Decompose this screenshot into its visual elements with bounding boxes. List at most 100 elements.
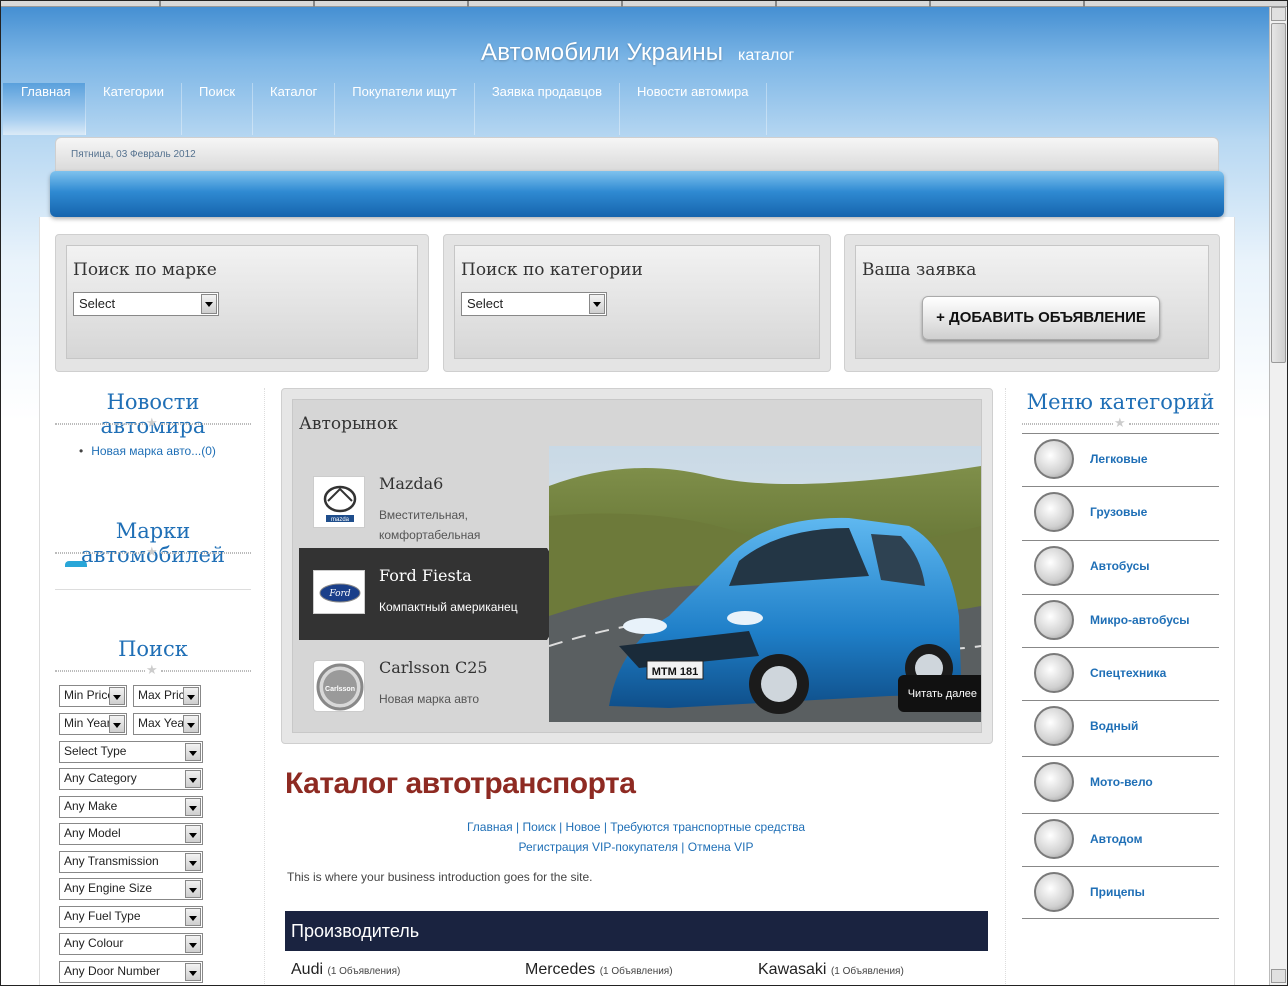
make-select[interactable]: Any Make xyxy=(59,796,203,818)
link-new[interactable]: Новое xyxy=(566,820,601,834)
left-divider xyxy=(264,388,265,985)
car-description: Новая марка авто xyxy=(379,692,480,706)
scroll-up-icon[interactable] xyxy=(1271,7,1286,21)
chevron-down-icon xyxy=(183,687,199,705)
brands-tab[interactable] xyxy=(65,561,87,567)
category-motorhome[interactable]: Автодом xyxy=(1022,813,1219,866)
maker-count: (1 Объявления) xyxy=(599,966,673,977)
model-select-value: Any Model xyxy=(64,826,121,840)
category-filter-select[interactable]: Any Category xyxy=(59,768,203,790)
date-bar: Пятница, 03 Февраль 2012 xyxy=(55,137,1219,173)
license-plate: MTM 181 xyxy=(652,666,698,678)
nav-catalog[interactable]: Каталог xyxy=(253,83,336,135)
min-year-select[interactable]: Min Year xyxy=(59,713,127,735)
category-label: Грузовые xyxy=(1090,505,1148,519)
type-select[interactable]: Select Type xyxy=(59,741,203,763)
nav-home[interactable]: Главная xyxy=(3,83,86,135)
read-more-button[interactable]: Читать далее xyxy=(897,675,981,712)
nav-news[interactable]: Новости автомира xyxy=(620,83,767,135)
link-home[interactable]: Главная xyxy=(467,820,513,834)
site-title: Автомобили Украины xyxy=(481,39,724,66)
slide-tab-ford[interactable]: Ford Ford Fiesta Компактный американец xyxy=(299,548,575,640)
engine-size-select[interactable]: Any Engine Size xyxy=(59,878,203,900)
scroll-down-icon[interactable] xyxy=(1271,969,1286,983)
chevron-down-icon xyxy=(183,715,199,733)
category-select-value: Select xyxy=(467,296,504,311)
type-select-value: Select Type xyxy=(64,744,127,758)
divider: ★ xyxy=(1022,415,1219,430)
chevron-down-icon xyxy=(589,294,605,314)
request-box: Ваша заявка + ДОБАВИТЬ ОБЪЯВЛЕНИЕ xyxy=(844,234,1220,372)
nav-search[interactable]: Поиск xyxy=(182,83,254,135)
link-vip-cancel[interactable]: Отмена VIP xyxy=(688,840,754,854)
category-label: Мото-вело xyxy=(1090,775,1153,789)
maker-audi[interactable]: Audi (1 Объявления) xyxy=(291,961,400,979)
catalog-title: Каталог автотранспорта xyxy=(285,767,636,800)
category-special[interactable]: Спецтехника xyxy=(1022,647,1219,700)
catalog-links: Главная | Поиск | Новое | Требуются тран… xyxy=(466,820,806,854)
maker-mercedes[interactable]: Mercedes (1 Объявления) xyxy=(525,961,673,979)
chevron-down-icon xyxy=(201,294,217,314)
door-number-select[interactable]: Any Door Number xyxy=(59,961,203,983)
main-nav: Главная Категории Поиск Каталог Покупате… xyxy=(3,83,767,135)
category-label: Легковые xyxy=(1090,452,1148,466)
category-trucks[interactable]: Грузовые xyxy=(1022,486,1219,539)
model-select[interactable]: Any Model xyxy=(59,823,203,845)
chevron-down-icon xyxy=(185,798,201,816)
banner-bar xyxy=(50,171,1224,217)
link-wanted[interactable]: Требуются транспортные средства xyxy=(610,820,805,834)
category-trailers[interactable]: Прицепы xyxy=(1022,866,1219,919)
chevron-down-icon xyxy=(185,770,201,788)
max-year-select[interactable]: Max Year xyxy=(133,713,201,735)
category-buses[interactable]: Автобусы xyxy=(1022,540,1219,593)
brand-select[interactable]: Select xyxy=(73,292,219,316)
nav-sellers[interactable]: Заявка продавцов xyxy=(475,83,621,135)
categories-menu-title: Меню категорий xyxy=(1026,390,1215,414)
transmission-select[interactable]: Any Transmission xyxy=(59,851,203,873)
featured-car-photo[interactable]: MTM 181 Читать далее xyxy=(549,446,981,722)
category-select[interactable]: Select xyxy=(461,292,607,316)
brand-search-title: Поиск по марке xyxy=(73,260,217,280)
news-item[interactable]: Новая марка авто...(0) xyxy=(79,444,216,458)
category-water[interactable]: Водный xyxy=(1022,700,1219,753)
divider: ★ xyxy=(55,544,251,559)
vertical-scrollbar[interactable] xyxy=(1269,7,1287,985)
category-search-title: Поиск по категории xyxy=(461,260,643,280)
category-moto[interactable]: Мото-вело xyxy=(1022,756,1219,809)
car-name: Mazda6 xyxy=(379,474,444,493)
request-title: Ваша заявка xyxy=(862,260,977,280)
category-label: Водный xyxy=(1090,719,1139,733)
right-divider xyxy=(1005,388,1006,985)
colour-select-value: Any Colour xyxy=(64,936,124,950)
make-select-value: Any Make xyxy=(64,799,118,813)
browser-tab-strip[interactable] xyxy=(1,1,1287,7)
ford-logo-text: Ford xyxy=(328,589,350,599)
divider xyxy=(55,589,251,590)
colour-select[interactable]: Any Colour xyxy=(59,933,203,955)
chevron-down-icon xyxy=(185,743,201,761)
category-cars[interactable]: Легковые xyxy=(1022,433,1219,486)
minibus-icon xyxy=(1034,600,1074,640)
nav-categories[interactable]: Категории xyxy=(86,83,182,135)
min-price-select[interactable]: Min Price xyxy=(59,685,127,707)
boat-icon xyxy=(1034,706,1074,746)
maker-kawasaki[interactable]: Kawasaki (1 Объявления) xyxy=(758,961,904,979)
category-minibuses[interactable]: Микро-автобусы xyxy=(1022,594,1219,647)
motorhome-icon xyxy=(1034,819,1074,859)
nav-buyers[interactable]: Покупатели ищут xyxy=(335,83,475,135)
chevron-down-icon xyxy=(185,853,201,871)
slide-tab-carlsson[interactable]: Carlsson Carlsson C25 Новая марка авто xyxy=(299,640,549,732)
chevron-down-icon xyxy=(185,880,201,898)
slide-tab-mazda[interactable]: mazda Mazda6 Вместительная, комфортабель… xyxy=(299,456,549,548)
car-icon xyxy=(1034,439,1074,479)
fuel-type-select[interactable]: Any Fuel Type xyxy=(59,906,203,928)
chevron-down-icon xyxy=(109,687,125,705)
chevron-down-icon xyxy=(185,963,201,981)
maker-name: Audi xyxy=(291,961,324,978)
max-price-select[interactable]: Max Price xyxy=(133,685,201,707)
link-search[interactable]: Поиск xyxy=(522,820,555,834)
add-listing-button[interactable]: + ДОБАВИТЬ ОБЪЯВЛЕНИЕ xyxy=(922,296,1160,340)
scroll-thumb[interactable] xyxy=(1271,23,1286,363)
link-vip-register[interactable]: Регистрация VIP-покупателя xyxy=(519,840,678,854)
min-price-value: Min Price xyxy=(64,688,115,702)
